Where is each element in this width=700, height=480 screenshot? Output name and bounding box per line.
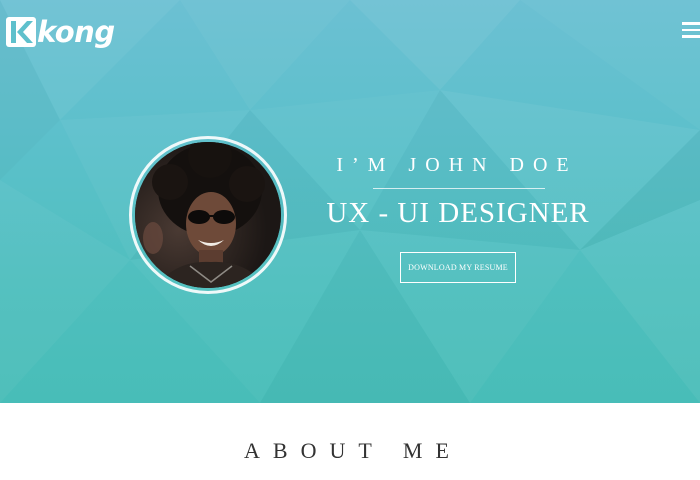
logo-mark-icon — [6, 17, 36, 47]
logo[interactable]: kong — [6, 15, 115, 49]
download-resume-button[interactable]: DOWNLOAD MY RESUME — [400, 252, 516, 283]
avatar-ring — [129, 136, 287, 294]
logo-text: kong — [37, 15, 115, 49]
hero-divider — [373, 188, 545, 189]
page: kong I’M JOHN DOE UX - UI DESIGNER DOWNL… — [0, 0, 700, 480]
about-section-title: ABOUT ME — [244, 438, 462, 463]
hamburger-icon — [682, 22, 700, 38]
hero-role: UX - UI DESIGNER — [326, 197, 590, 229]
hero-section: kong I’M JOHN DOE UX - UI DESIGNER DOWNL… — [0, 0, 700, 403]
hero-greeting: I’M JOHN DOE — [336, 154, 578, 176]
profile-photo — [135, 142, 281, 288]
menu-button[interactable] — [682, 22, 700, 40]
